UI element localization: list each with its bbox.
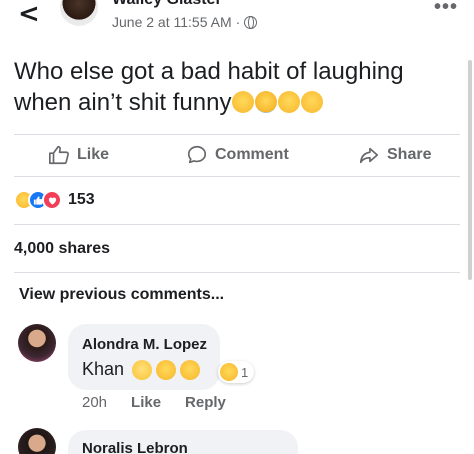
post-header: < Walley Glaster June 2 at 11:55 AM · ••… <box>0 0 474 40</box>
woozy-face-emoji-icon <box>232 91 255 113</box>
comment-reply-link[interactable]: Reply <box>185 394 226 411</box>
divider <box>14 224 460 225</box>
haha-reaction-icon <box>220 363 238 381</box>
share-label: Share <box>387 146 432 163</box>
shares-count[interactable]: 4,000 shares <box>14 240 110 258</box>
view-previous-comments-link[interactable]: View previous comments... <box>19 286 224 304</box>
author-name[interactable]: Walley Glaster <box>112 0 222 9</box>
comment-reaction-badge[interactable]: 1 <box>218 361 255 383</box>
back-chevron-icon[interactable]: < <box>18 1 40 27</box>
comment-text: Khan <box>82 359 206 380</box>
post-meta: June 2 at 11:55 AM · <box>112 14 258 30</box>
commenter-name[interactable]: Alondra M. Lopez <box>82 336 207 353</box>
reactions-summary[interactable]: 153 <box>14 190 95 210</box>
like-label: Like <box>77 146 110 163</box>
comment-bubble: Alondra M. Lopez Khan <box>68 324 220 390</box>
post-body: Who else got a bad habit of laughing whe… <box>14 58 404 116</box>
more-options-icon[interactable]: ••• <box>434 0 458 17</box>
thumbs-up-icon <box>49 145 69 165</box>
tears-of-joy-emoji-icon <box>180 359 201 380</box>
commenter-avatar[interactable] <box>18 428 56 454</box>
commenter-name[interactable]: Noralis Lebron <box>82 440 284 454</box>
tears-of-joy-emoji-icon <box>156 359 177 380</box>
reaction-count: 153 <box>68 191 95 208</box>
author-avatar[interactable] <box>58 0 100 28</box>
comment-reaction-count: 1 <box>241 364 249 380</box>
comment-meta: 20h Like Reply <box>82 394 226 411</box>
rolling-eyes-emoji-icon <box>132 359 153 380</box>
divider <box>14 272 460 273</box>
crying-face-emoji-icon <box>255 91 278 113</box>
comment-bubble-icon <box>187 145 207 164</box>
tears-of-joy-emoji-icon <box>278 91 301 113</box>
like-button[interactable]: Like <box>48 144 109 166</box>
comment-button[interactable]: Comment <box>186 144 289 166</box>
heart-icon <box>48 197 56 205</box>
meta-separator: · <box>235 14 241 30</box>
comment-body: Khan <box>82 359 125 379</box>
post-actions: Like Comment Share <box>0 140 474 172</box>
comment-label: Comment <box>215 146 289 163</box>
divider <box>14 176 460 177</box>
globe-icon <box>244 15 258 29</box>
divider <box>14 134 460 135</box>
scrollbar[interactable] <box>468 60 472 280</box>
post-text: Who else got a bad habit of laughing whe… <box>14 56 464 118</box>
comment-bubble: Noralis Lebron <box>68 430 298 454</box>
tears-of-joy-emoji-icon <box>301 91 324 113</box>
share-arrow-icon <box>359 147 379 164</box>
share-button[interactable]: Share <box>358 144 431 166</box>
comment-time[interactable]: 20h <box>82 394 107 411</box>
commenter-avatar[interactable] <box>18 324 56 362</box>
love-reaction-icon <box>42 190 62 210</box>
post-date[interactable]: June 2 at 11:55 AM <box>112 14 232 30</box>
comment-like-link[interactable]: Like <box>131 394 161 411</box>
